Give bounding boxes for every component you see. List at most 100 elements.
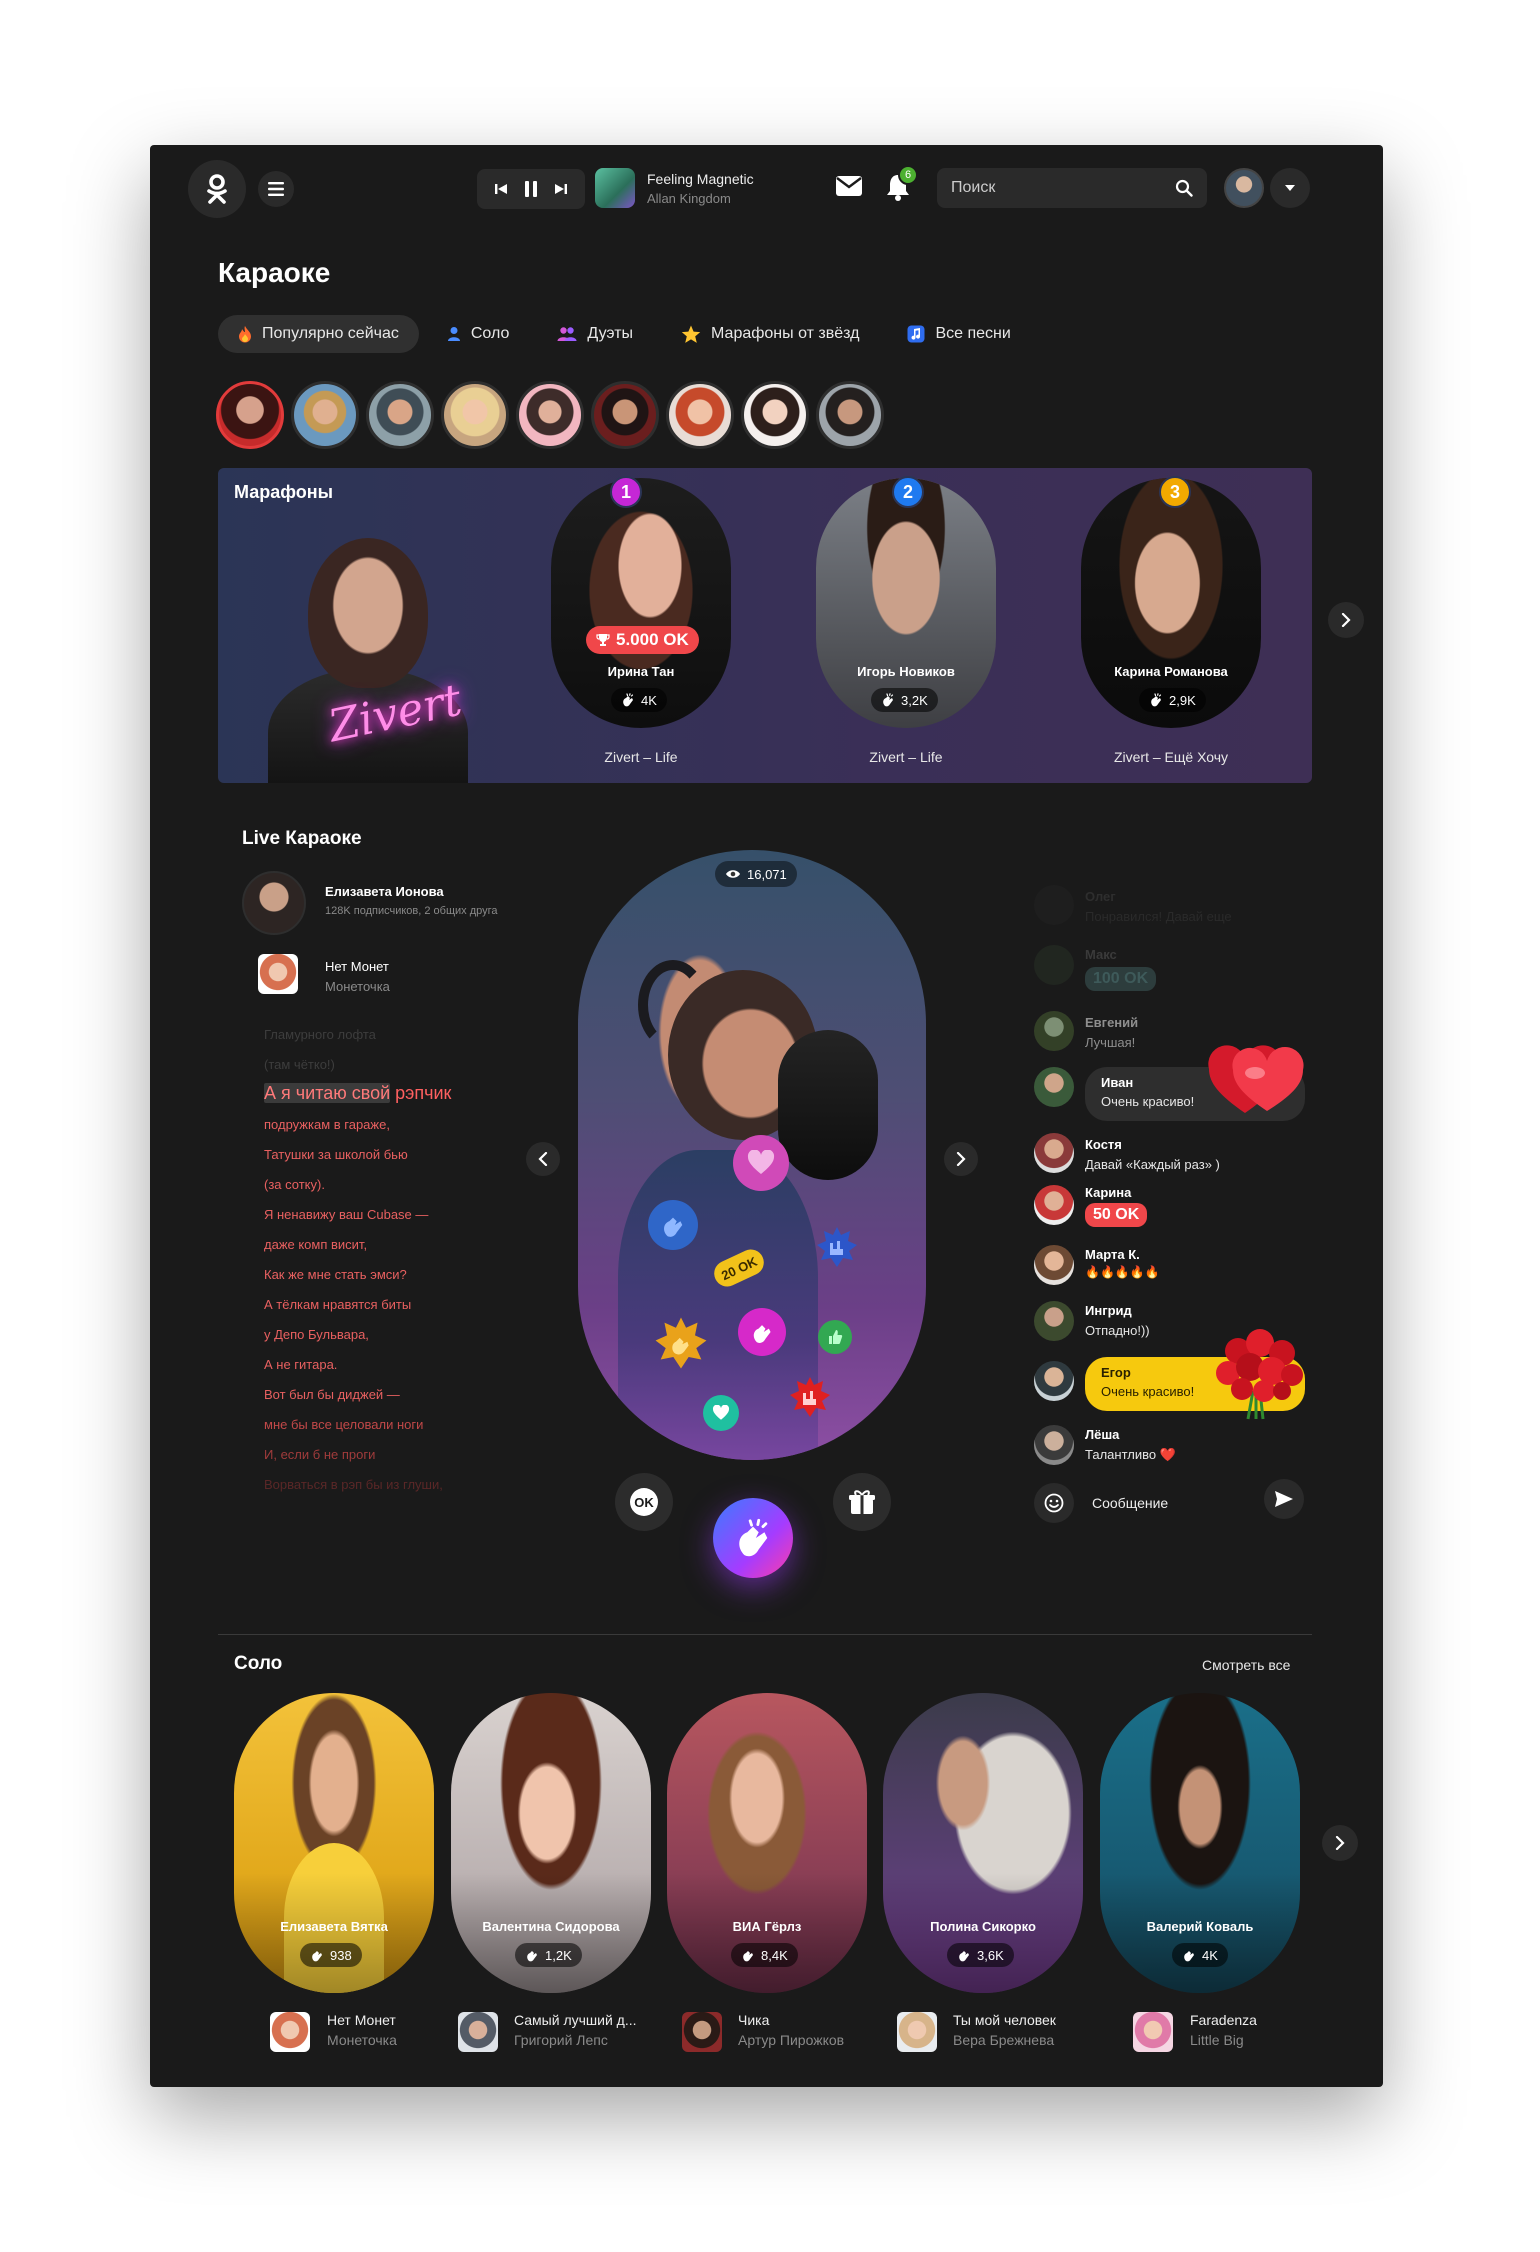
- clap-button[interactable]: [713, 1498, 793, 1578]
- singer-name: ВИА Гёрлз: [732, 1919, 802, 1934]
- tab-all-songs[interactable]: Все песни: [887, 315, 1030, 353]
- star-avatar[interactable]: [216, 381, 284, 449]
- star-avatar[interactable]: [366, 381, 434, 449]
- tab-popular-now[interactable]: Популярно сейчас: [218, 315, 419, 353]
- marathons-next-button[interactable]: [1328, 602, 1364, 638]
- chat-avatar[interactable]: [1034, 885, 1074, 925]
- star-avatar[interactable]: [516, 381, 584, 449]
- next-stream-button[interactable]: [944, 1142, 978, 1176]
- performer-name[interactable]: Елизавета Ионова: [325, 884, 444, 899]
- chat-avatar[interactable]: [1034, 945, 1074, 985]
- emoji-button[interactable]: [1034, 1483, 1074, 1523]
- marathon-card[interactable]: Карина Романова 2,9K: [1081, 478, 1261, 728]
- previous-stream-button[interactable]: [526, 1142, 560, 1176]
- track-cover[interactable]: [595, 168, 635, 208]
- song-title[interactable]: Чика: [738, 2012, 769, 2028]
- lyric-line: (там чётко!): [264, 1057, 335, 1072]
- gift-button[interactable]: [833, 1473, 891, 1531]
- chat-message: Понравился! Давай еще: [1085, 909, 1232, 924]
- chat-avatar[interactable]: [1034, 1133, 1074, 1173]
- chat-author: Ингрид: [1085, 1303, 1132, 1318]
- current-lyric-line: А я читаю свой рэпчик: [264, 1083, 452, 1103]
- karaoke-app: Feeling Magnetic Allan Kingdom 6 Караоке…: [150, 145, 1383, 2087]
- claps-count: 4K: [1172, 1943, 1228, 1967]
- song-cover[interactable]: [682, 2012, 722, 2052]
- star-avatar[interactable]: [666, 381, 734, 449]
- chat-avatar[interactable]: [1034, 1301, 1074, 1341]
- song-title[interactable]: Нет Монет: [325, 959, 389, 974]
- rank-badge: 3: [1159, 476, 1191, 508]
- star-avatar[interactable]: [591, 381, 659, 449]
- song-artist: Монеточка: [327, 2032, 397, 2048]
- trophy-icon: [596, 634, 610, 646]
- search-icon[interactable]: [1175, 179, 1193, 197]
- chat-avatar[interactable]: [1034, 1425, 1074, 1465]
- marathon-song[interactable]: Zivert – Life: [816, 749, 996, 765]
- featured-artist-photo[interactable]: Zivert: [238, 528, 478, 783]
- song-cover[interactable]: [897, 2012, 937, 2052]
- chat-avatar[interactable]: [1034, 1011, 1074, 1051]
- chat-author: Карина: [1085, 1185, 1132, 1200]
- chat-avatar[interactable]: [1034, 1245, 1074, 1285]
- solo-card[interactable]: ВИА Гёрлз 8,4K: [667, 1693, 867, 1993]
- previous-track-icon[interactable]: [494, 182, 508, 196]
- send-message-button[interactable]: [1264, 1479, 1304, 1519]
- lyric-line: Я ненавижу ваш Cubase —: [264, 1207, 429, 1222]
- solo-next-button[interactable]: [1322, 1825, 1358, 1861]
- live-video-stream[interactable]: 20 OK: [578, 850, 926, 1460]
- performer-avatar[interactable]: [242, 871, 306, 935]
- tab-star-marathons[interactable]: Марафоны от звёзд: [661, 315, 879, 353]
- star-avatar[interactable]: [441, 381, 509, 449]
- tab-duets[interactable]: Дуэты: [537, 315, 653, 353]
- song-title[interactable]: Нет Монет: [327, 2012, 396, 2028]
- song-cover[interactable]: [458, 2012, 498, 2052]
- chat-message: Отпадно!)): [1085, 1323, 1150, 1338]
- song-title[interactable]: Faradenza: [1190, 2012, 1257, 2028]
- marathon-card[interactable]: Игорь Новиков 3,2K: [816, 478, 996, 728]
- music-player-controls: [477, 169, 585, 209]
- chat-avatar[interactable]: [1034, 1361, 1074, 1401]
- singer-name: Валентина Сидорова: [482, 1919, 620, 1934]
- search-bar: [937, 168, 1207, 208]
- ok-logo-icon: [207, 174, 227, 204]
- solo-card[interactable]: Полина Сикорко 3,6K: [883, 1693, 1083, 1993]
- user-avatar[interactable]: [1224, 168, 1264, 208]
- tab-solo[interactable]: Соло: [427, 315, 530, 353]
- solo-card[interactable]: Валентина Сидорова 1,2K: [451, 1693, 651, 1993]
- solo-card[interactable]: Елизавета Вятка 938: [234, 1693, 434, 1993]
- star-avatar[interactable]: [816, 381, 884, 449]
- chat-avatar[interactable]: [1034, 1067, 1074, 1107]
- song-cover[interactable]: [1133, 2012, 1173, 2052]
- star-avatar[interactable]: [291, 381, 359, 449]
- song-cover[interactable]: [270, 2012, 310, 2052]
- see-all-link[interactable]: Смотреть все: [1202, 1657, 1290, 1673]
- marathon-song[interactable]: Zivert – Ещё Хочу: [1081, 749, 1261, 765]
- next-track-icon[interactable]: [554, 182, 568, 196]
- track-title[interactable]: Feeling Magnetic: [647, 171, 754, 187]
- chat-message-input[interactable]: Сообщение: [1092, 1495, 1168, 1511]
- song-cover[interactable]: [258, 954, 298, 994]
- clap-icon: [312, 1951, 322, 1962]
- send-ok-button[interactable]: OK: [615, 1473, 673, 1531]
- song-title[interactable]: Ты мой человек: [953, 2012, 1056, 2028]
- viewers-count: 16,071: [715, 861, 797, 887]
- rock-hand-reaction: [788, 1375, 832, 1419]
- ok-gift-badge: 100 OK: [1085, 967, 1157, 991]
- chat-message: Давай «Каждый раз» ): [1085, 1157, 1220, 1172]
- chat-author: Олег: [1085, 889, 1116, 904]
- mail-icon[interactable]: [835, 175, 863, 202]
- song-title[interactable]: Самый лучший д...: [514, 2012, 637, 2028]
- heart-icon: [747, 1150, 775, 1174]
- svg-text:OK: OK: [634, 1495, 654, 1510]
- ok-logo-button[interactable]: [188, 160, 246, 218]
- marathon-card[interactable]: Ирина Тан 4K: [551, 478, 731, 728]
- user-menu-dropdown[interactable]: [1270, 168, 1310, 208]
- marathon-song[interactable]: Zivert – Life: [551, 749, 731, 765]
- solo-card[interactable]: Валерий Коваль 4K: [1100, 1693, 1300, 1993]
- star-avatar[interactable]: [741, 381, 809, 449]
- menu-button[interactable]: [258, 171, 294, 207]
- tab-label: Соло: [470, 325, 510, 342]
- chat-avatar[interactable]: [1034, 1185, 1074, 1225]
- search-input[interactable]: [951, 179, 1151, 197]
- pause-icon[interactable]: [523, 180, 539, 198]
